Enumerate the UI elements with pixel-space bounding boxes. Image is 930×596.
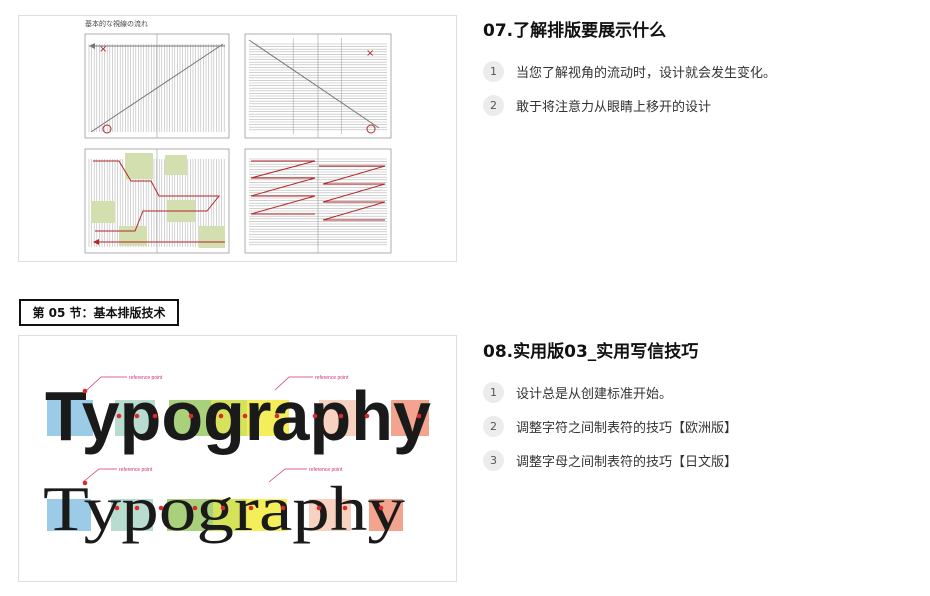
reference-dot bbox=[114, 505, 120, 511]
reference-dot bbox=[338, 413, 344, 419]
list-item[interactable]: 1 设计总是从创建标准开始。 bbox=[483, 381, 903, 403]
lesson-08-title: 08.实用版03_实用写信技巧 bbox=[483, 342, 699, 362]
reference-dot bbox=[274, 413, 280, 419]
reference-dot bbox=[220, 505, 226, 511]
lesson-07-list: 1 当您了解视角的流动时，设计就会发生变化。 2 敢于将注意力从眼睛上移开的设计 bbox=[483, 60, 903, 116]
reference-dot bbox=[242, 413, 248, 419]
item-text: 设计总是从创建标准开始。 bbox=[516, 386, 673, 402]
reference-dot bbox=[116, 413, 122, 419]
lesson-07-title: 07.了解排版要展示什么 bbox=[483, 21, 667, 41]
reference-dot bbox=[158, 505, 164, 511]
list-item[interactable]: 2 调整字符之间制表符的技巧【欧洲版】 bbox=[483, 415, 903, 437]
lesson-08-block: 08.实用版03_实用写信技巧 1 设计总是从创建标准开始。 2 调整字符之间制… bbox=[483, 339, 903, 483]
reference-dot bbox=[416, 413, 422, 419]
image-placeholder bbox=[199, 226, 225, 248]
item-text: 当您了解视角的流动时，设计就会发生变化。 bbox=[516, 65, 777, 81]
reference-dot bbox=[192, 505, 198, 511]
eye-flow-diagram-image: 基本的な視線の流れ × × bbox=[18, 15, 457, 262]
reference-dot bbox=[82, 388, 88, 394]
reference-point-label: reference point bbox=[315, 375, 349, 381]
reference-point-label: reference point bbox=[309, 467, 343, 473]
reference-dot bbox=[364, 413, 370, 419]
typography-illustration: Typography Typography reference point re… bbox=[43, 375, 431, 544]
item-number: 2 bbox=[483, 94, 504, 116]
reference-dot bbox=[134, 413, 140, 419]
item-text: 调整字母之间制表符的技巧【日文版】 bbox=[516, 454, 738, 470]
item-number: 2 bbox=[483, 415, 504, 437]
list-item[interactable]: 1 当您了解视角的流动时，设计就会发生变化。 bbox=[483, 60, 903, 82]
image-placeholder bbox=[165, 155, 187, 175]
reference-dot bbox=[218, 413, 224, 419]
start-mark-x: × bbox=[99, 44, 107, 55]
lesson-07-block: 07.了解排版要展示什么 1 当您了解视角的流动时，设计就会发生变化。 2 敢于… bbox=[483, 18, 903, 128]
reference-dot bbox=[248, 505, 254, 511]
reference-dot bbox=[342, 505, 348, 511]
item-number: 1 bbox=[483, 60, 504, 82]
reference-dot bbox=[316, 505, 322, 511]
list-item[interactable]: 3 调整字母之间制表符的技巧【日文版】 bbox=[483, 449, 903, 471]
typography-word-sans: Typography bbox=[45, 377, 431, 455]
reference-dot bbox=[134, 505, 140, 511]
section-badge: 第 05 节：基本排版技术 bbox=[19, 299, 179, 326]
reference-dot bbox=[378, 505, 384, 511]
eye-flow-diagram: 基本的な視線の流れ × × bbox=[84, 19, 392, 254]
image-placeholder bbox=[119, 226, 147, 246]
start-mark-x: × bbox=[366, 48, 374, 59]
item-number: 1 bbox=[483, 381, 504, 403]
image-placeholder bbox=[91, 201, 115, 223]
lesson-08-list: 1 设计总是从创建标准开始。 2 调整字符之间制表符的技巧【欧洲版】 3 调整字… bbox=[483, 381, 903, 471]
reference-dot bbox=[82, 480, 88, 486]
image-placeholder bbox=[125, 153, 153, 179]
typography-image: Typography Typography reference point re… bbox=[18, 335, 457, 582]
item-text: 调整字符之间制表符的技巧【欧洲版】 bbox=[516, 420, 738, 436]
reference-dot bbox=[152, 413, 158, 419]
reference-dot bbox=[280, 505, 286, 511]
list-item[interactable]: 2 敢于将注意力从眼睛上移开的设计 bbox=[483, 94, 903, 116]
diagram-caption: 基本的な視線の流れ bbox=[85, 19, 148, 28]
reference-dot bbox=[188, 413, 194, 419]
reference-dot bbox=[312, 413, 318, 419]
item-number: 3 bbox=[483, 449, 504, 471]
reference-point-label: reference point bbox=[119, 467, 153, 473]
reference-point-label: reference point bbox=[129, 375, 163, 381]
item-text: 敢于将注意力从眼睛上移开的设计 bbox=[516, 99, 712, 115]
